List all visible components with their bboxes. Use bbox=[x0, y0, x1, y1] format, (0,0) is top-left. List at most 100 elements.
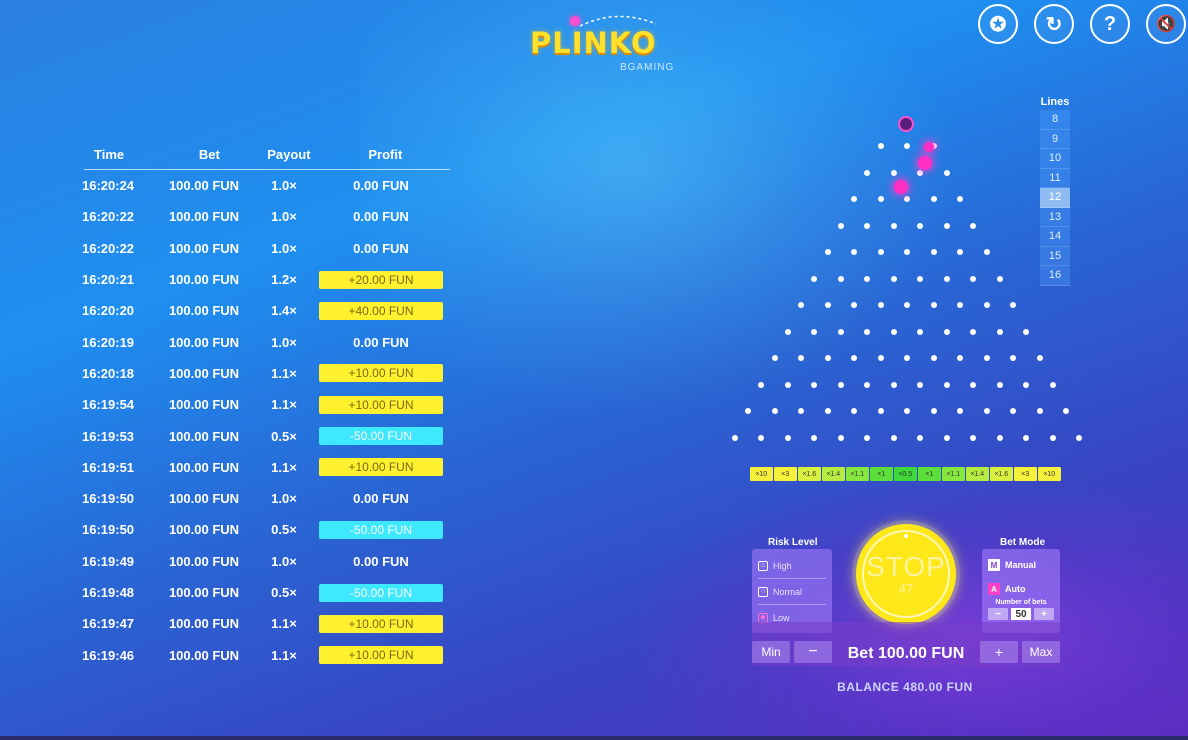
lines-option-16[interactable]: 16 bbox=[1040, 266, 1070, 286]
mode-manual-label: Manual bbox=[1005, 560, 1037, 570]
number-of-bets-increase-button[interactable]: + bbox=[1034, 608, 1054, 620]
peg bbox=[996, 381, 1003, 388]
peg bbox=[811, 381, 818, 388]
peg bbox=[1023, 381, 1030, 388]
peg bbox=[943, 328, 950, 335]
peg bbox=[1063, 408, 1069, 414]
bet-amount: Bet 100.00 FUN bbox=[847, 645, 965, 662]
peg bbox=[784, 381, 791, 388]
row-time: 16:20:24 bbox=[82, 178, 135, 194]
history-rows: 16:20:24 100.00 FUN 1.0× 0.00 FUN 16:20:22 10… bbox=[78, 170, 450, 671]
multiplier-slot: ×10 bbox=[1038, 467, 1061, 481]
lines-option-11[interactable]: 11 bbox=[1040, 168, 1070, 188]
peg bbox=[904, 196, 910, 202]
peg bbox=[837, 275, 844, 282]
bottom-bar bbox=[0, 736, 1188, 740]
lines-option-13[interactable]: 13 bbox=[1040, 207, 1070, 227]
drop-ball bbox=[898, 116, 914, 132]
peg bbox=[784, 328, 791, 335]
lines-title: Lines bbox=[1040, 96, 1070, 108]
bet-max-button[interactable]: Max bbox=[1022, 641, 1060, 663]
peg bbox=[771, 355, 778, 361]
peg bbox=[904, 249, 910, 255]
peg bbox=[943, 275, 950, 282]
peg bbox=[798, 355, 804, 361]
peg bbox=[983, 249, 990, 255]
bet-increase-button[interactable]: + bbox=[980, 641, 1018, 663]
row-profit: +10.00 FUN bbox=[319, 395, 443, 414]
number-of-bets-decrease-button[interactable]: − bbox=[988, 608, 1008, 620]
row-profit-cell: -50.00 FUN bbox=[316, 583, 446, 602]
row-payout: 1.1× bbox=[271, 616, 297, 632]
table-row: 16:19:54 100.00 FUN 1.1× +10.00 FUN bbox=[78, 389, 450, 420]
row-profit-cell: 0.00 FUN bbox=[316, 333, 446, 351]
number-of-bets-stepper: − 50 + bbox=[988, 608, 1054, 620]
bet-min-button[interactable]: Min bbox=[752, 641, 790, 663]
peg bbox=[851, 408, 857, 414]
bet-decrease-button[interactable]: − bbox=[794, 641, 832, 663]
row-payout: 0.5× bbox=[271, 428, 297, 444]
row-payout: 1.0× bbox=[271, 240, 297, 256]
row-profit-cell: +10.00 FUN bbox=[316, 646, 446, 665]
peg bbox=[917, 434, 924, 441]
peg bbox=[1010, 408, 1016, 414]
autobet-remaining-count: 47 bbox=[898, 580, 914, 596]
peg bbox=[996, 434, 1003, 441]
row-time: 16:19:54 bbox=[82, 397, 135, 413]
table-row: 16:20:24 100.00 FUN 1.0× 0.00 FUN bbox=[78, 170, 450, 201]
peg bbox=[970, 381, 977, 388]
bet-mode-title: Bet Mode bbox=[1000, 537, 1045, 548]
peg bbox=[877, 196, 884, 202]
falling-ball bbox=[924, 142, 934, 152]
peg bbox=[996, 328, 1003, 335]
multiplier-slot: ×1.6 bbox=[990, 467, 1013, 481]
lines-option-10[interactable]: 10 bbox=[1040, 149, 1070, 169]
help-button[interactable]: ? bbox=[1090, 4, 1130, 44]
row-profit: +10.00 FUN bbox=[319, 646, 443, 665]
lines-option-15[interactable]: 15 bbox=[1040, 246, 1070, 266]
row-time: 16:19:47 bbox=[82, 616, 135, 632]
mute-button[interactable]: 🔇 bbox=[1146, 4, 1186, 44]
row-profit: +10.00 FUN bbox=[319, 364, 443, 383]
row-time: 16:20:22 bbox=[82, 209, 135, 225]
row-profit: +10.00 FUN bbox=[319, 614, 443, 633]
mode-manual-option[interactable]: M Manual bbox=[988, 553, 1054, 577]
risk-option-high[interactable]: ♨ High bbox=[758, 553, 826, 579]
row-payout: 1.1× bbox=[271, 397, 297, 413]
row-time: 16:19:49 bbox=[82, 553, 135, 569]
peg bbox=[890, 275, 897, 282]
lines-option-8[interactable]: 8 bbox=[1040, 110, 1070, 130]
multiplier-row: ×10 ×3 ×1.6 ×1.4 ×1.1 ×1 ×0.5 ×1 ×1.1 ×1.4 ×1.6 ×3 ×… bbox=[750, 467, 1061, 481]
risk-option-normal[interactable]: ○ Normal bbox=[758, 579, 826, 605]
multiplier-slot: ×1 bbox=[870, 467, 893, 481]
row-profit-cell: +10.00 FUN bbox=[316, 395, 446, 414]
row-profit: +40.00 FUN bbox=[319, 301, 443, 320]
peg bbox=[957, 355, 963, 361]
row-bet: 100.00 FUN bbox=[168, 522, 240, 538]
peg bbox=[837, 381, 844, 388]
peg bbox=[851, 249, 857, 255]
multiplier-slot: ×1.1 bbox=[942, 467, 965, 481]
lines-option-12[interactable]: 12 bbox=[1040, 188, 1070, 208]
row-payout: 1.0× bbox=[271, 178, 297, 194]
game-logo: PLINKO BGAMING bbox=[528, 14, 698, 76]
peg bbox=[943, 434, 950, 441]
row-profit-cell: +20.00 FUN bbox=[316, 270, 446, 289]
lines-option-14[interactable]: 14 bbox=[1040, 227, 1070, 247]
stop-button[interactable]: STOP 47 bbox=[856, 524, 956, 624]
row-profit-cell: 0.00 FUN bbox=[316, 177, 446, 195]
number-of-bets-value[interactable]: 50 bbox=[1011, 608, 1031, 620]
balance-display: BALANCE 480.00 FUN bbox=[837, 680, 973, 694]
achievements-button[interactable]: ✪ bbox=[978, 4, 1018, 44]
peg bbox=[811, 434, 818, 441]
lines-option-9[interactable]: 9 bbox=[1040, 129, 1070, 149]
history-button[interactable]: ↻ bbox=[1034, 4, 1074, 44]
row-bet: 100.00 FUN bbox=[168, 616, 240, 632]
peg bbox=[983, 355, 990, 361]
mode-auto-option[interactable]: A Auto bbox=[988, 577, 1054, 601]
multiplier-slot: ×1.6 bbox=[798, 467, 821, 481]
peg bbox=[917, 275, 924, 282]
peg bbox=[890, 222, 897, 229]
flame-icon: ♨ bbox=[758, 560, 768, 571]
peg bbox=[877, 249, 884, 255]
